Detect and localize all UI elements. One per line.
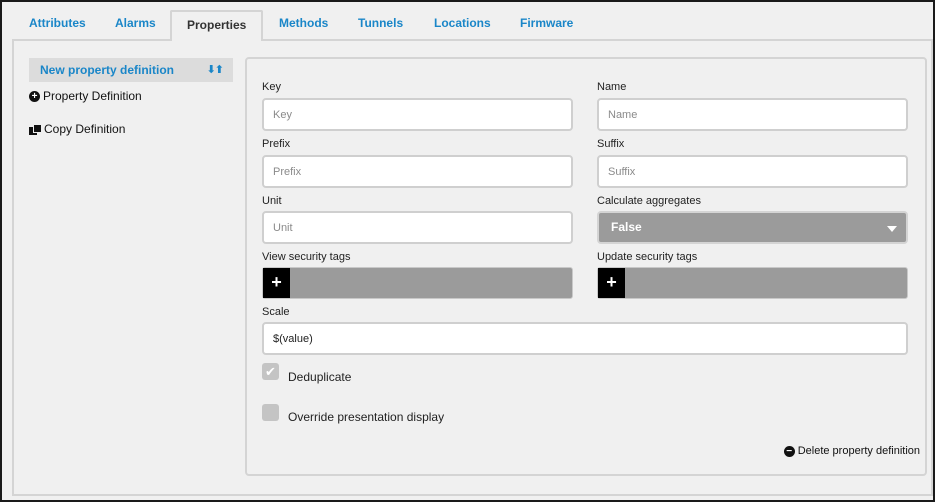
deduplicate-label: Deduplicate [288,370,352,384]
scale-label: Scale [262,306,290,318]
tab-bar: Attributes Alarms Properties Methods Tun… [12,10,922,41]
unit-input[interactable] [262,211,573,244]
name-input[interactable] [597,98,908,131]
tab-firmware[interactable]: Firmware [506,12,587,38]
calculate-aggregates-value: False [611,220,642,234]
window-frame: Attributes Alarms Properties Methods Tun… [0,0,935,502]
calculate-aggregates-select[interactable]: False [597,211,908,244]
prefix-input[interactable] [262,155,573,188]
add-update-tag-button[interactable]: + [598,268,625,298]
key-label: Key [262,81,281,93]
tab-methods[interactable]: Methods [265,12,342,38]
unit-label: Unit [262,195,282,207]
delete-label: Delete property definition [797,445,920,457]
chevron-down-icon [887,226,897,232]
sidebar-item-label: New property definition [40,63,175,77]
deduplicate-checkbox[interactable]: ✔ [262,363,279,380]
sidebar-item-label: Property Definition [43,89,142,103]
prefix-label: Prefix [262,138,291,150]
add-property-definition-link[interactable]: + Property Definition [29,89,142,103]
override-presentation-checkbox[interactable] [262,404,279,421]
override-presentation-label: Override presentation display [288,410,445,424]
calculate-aggregates-label: Calculate aggregates [597,195,701,207]
copy-definition-link[interactable]: Copy Definition [29,122,125,136]
sort-arrows-icon[interactable]: ⬇⬆ [207,58,224,82]
delete-property-definition-button[interactable]: − Delete property definition [783,445,920,457]
suffix-label: Suffix [597,138,625,150]
suffix-input[interactable] [597,155,908,188]
sidebar-item-new-property-definition[interactable]: New property definition ⬇⬆ [29,58,233,82]
view-security-tags-label: View security tags [262,251,351,263]
minus-circle-icon: − [783,445,795,457]
tab-properties[interactable]: Properties [170,10,264,41]
name-label: Name [597,81,627,93]
scale-input[interactable] [262,322,908,355]
view-security-tags-field[interactable]: + [262,267,573,299]
property-definition-form: Key Name Prefix Suffix Unit Calculate ag… [245,57,927,476]
tab-alarms[interactable]: Alarms [101,12,170,38]
tab-tunnels[interactable]: Tunnels [344,12,417,38]
sidebar-item-label: Copy Definition [44,122,126,136]
copy-icon [29,123,42,135]
add-view-tag-button[interactable]: + [263,268,290,298]
update-security-tags-field[interactable]: + [597,267,908,299]
key-input[interactable] [262,98,573,131]
properties-panel: New property definition ⬇⬆ + Property De… [12,39,933,496]
tab-locations[interactable]: Locations [420,12,505,38]
update-security-tags-label: Update security tags [597,251,698,263]
plus-circle-icon: + [29,90,40,102]
tab-attributes[interactable]: Attributes [15,12,100,38]
